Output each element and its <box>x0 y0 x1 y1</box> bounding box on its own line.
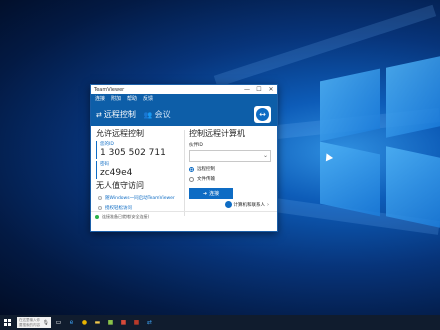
allow-remote-title: 允许远程控制 <box>96 129 144 138</box>
unattended-title: 无人值守访问 <box>96 181 144 190</box>
radio-file-transfer[interactable]: 文件传输 <box>189 176 273 182</box>
title-bar[interactable]: TeamViewer — ☐ ✕ <box>91 85 277 94</box>
swap-arrows-icon: ⇄ <box>96 110 102 119</box>
password-block: 密码 zc49e4 <box>96 161 181 179</box>
status-ok-icon <box>95 215 99 219</box>
menu-bar: 连接 附加 帮助 反馈 <box>91 94 277 103</box>
people-icon: 👥 <box>143 110 153 119</box>
radio-remote-control-label[interactable]: 远程控制 <box>197 166 215 172</box>
status-bar: 连接准备已就绪(安全连接) <box>91 211 277 222</box>
radio-file-transfer-label[interactable]: 文件传输 <box>197 176 215 182</box>
windows-logo-icon <box>4 319 11 326</box>
chevron-right-icon: › <box>267 201 269 208</box>
radio-checked-icon[interactable] <box>189 166 194 172</box>
tab-meeting[interactable]: 👥 会议 <box>144 109 171 120</box>
window-pane <box>386 56 440 138</box>
start-with-windows-option[interactable]: 随Windows一同启动TeamViewer <box>96 195 181 201</box>
tab-meeting-label: 会议 <box>154 110 171 119</box>
status-text: 连接准备已就绪(安全连接) <box>102 214 150 219</box>
partner-id-label: 伙伴ID <box>189 143 203 148</box>
panel-divider <box>184 130 185 216</box>
computers-contacts-label: 计算机和联系人 <box>233 202 266 208</box>
task-view-icon[interactable]: ▭ <box>53 317 64 328</box>
partner-id-input[interactable]: ⌄ <box>189 150 271 162</box>
arrow-right-icon: ➜ <box>202 190 208 197</box>
id-block: 您的ID 1 305 502 711 <box>96 141 181 159</box>
menu-item-connection[interactable]: 连接 <box>95 95 105 102</box>
close-button[interactable]: ✕ <box>265 85 277 94</box>
menu-item-feedback[interactable]: 反馈 <box>143 95 153 102</box>
chrome-icon[interactable]: ● <box>79 317 90 328</box>
contacts-icon <box>224 201 232 208</box>
connect-label: 连接 <box>209 191 220 197</box>
tab-remote-control[interactable]: ⇄ 远程控制 <box>96 109 136 120</box>
window-pane <box>386 146 440 228</box>
taskbar-search[interactable]: 在这里输入你要搜索的内容 🎙 <box>17 317 51 328</box>
radio-remote-control[interactable]: 远程控制 <box>189 166 273 172</box>
edge-icon[interactable]: e <box>66 317 77 328</box>
menu-item-help[interactable]: 帮助 <box>127 95 137 102</box>
teamviewer-icon[interactable]: ⇄ <box>144 317 155 328</box>
start-button[interactable] <box>0 315 15 330</box>
window-pane <box>320 68 380 142</box>
id-value[interactable]: 1 305 502 711 <box>100 148 181 159</box>
password-value[interactable]: zc49e4 <box>100 168 181 179</box>
control-remote-title: 控制远程计算机 <box>189 129 245 138</box>
tab-remote-control-label: 远程控制 <box>103 110 136 119</box>
id-label: 您的ID <box>100 142 114 147</box>
window-title: TeamViewer <box>94 86 125 93</box>
maximize-button[interactable]: ☐ <box>253 85 265 94</box>
search-placeholder: 在这里输入你要搜索的内容 <box>19 317 40 327</box>
option-circle-icon <box>98 196 102 200</box>
app-icon[interactable]: ■ <box>118 317 129 328</box>
minimize-button[interactable]: — <box>241 85 253 94</box>
teamviewer-window[interactable]: TeamViewer — ☐ ✕ 连接 附加 帮助 反馈 ⇄ 远程控制 👥 会议… <box>90 84 278 232</box>
password-label: 密码 <box>100 162 109 167</box>
computers-contacts-button[interactable]: 计算机和联系人 › <box>224 201 269 208</box>
app-icon-2[interactable]: ■ <box>131 317 142 328</box>
microphone-icon[interactable]: 🎙 <box>43 320 49 326</box>
main-content: 允许远程控制 您的ID 1 305 502 711 密码 zc49e4 无人值守… <box>91 126 277 222</box>
menu-item-extras[interactable]: 附加 <box>111 95 121 102</box>
start-with-windows-label[interactable]: 随Windows一同启动TeamViewer <box>105 195 175 201</box>
taskbar: 在这里输入你要搜索的内容 🎙 ▭ e ● ▬ ■ ■ ■ ⇄ <box>0 315 440 330</box>
store-icon[interactable]: ■ <box>105 317 116 328</box>
header-bar: ⇄ 远程控制 👥 会议 ↔ <box>91 103 277 126</box>
control-remote-panel: 控制远程计算机 伙伴ID ⌄ 远程控制 文件传输 ➜ 连接 <box>189 128 273 199</box>
explorer-icon[interactable]: ▬ <box>92 317 103 328</box>
teamviewer-arrows-icon: ↔ <box>256 108 269 121</box>
option-circle-icon <box>98 206 102 210</box>
radio-unchecked-icon[interactable] <box>189 176 194 182</box>
chevron-down-icon[interactable]: ⌄ <box>263 152 268 159</box>
connect-button[interactable]: ➜ 连接 <box>189 188 233 199</box>
allow-remote-panel: 允许远程控制 您的ID 1 305 502 711 密码 zc49e4 无人值守… <box>96 128 181 211</box>
teamviewer-logo: ↔ <box>254 106 271 123</box>
